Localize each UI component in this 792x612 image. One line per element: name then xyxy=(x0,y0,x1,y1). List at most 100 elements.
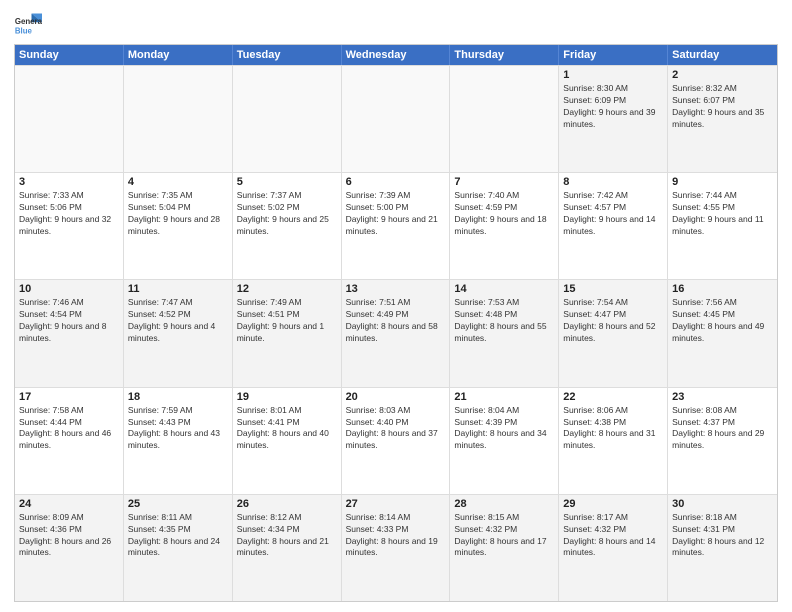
day-number: 6 xyxy=(346,176,446,188)
calendar-cell: 24 Sunrise: 8:09 AM Sunset: 4:36 PM Dayli… xyxy=(15,495,124,601)
calendar-cell: 29Sunrise: 8:17 AM Sunset: 4:32 PM Dayli… xyxy=(559,495,668,601)
day-number: 3 xyxy=(19,176,119,188)
day-info: Sunrise: 8:04 AM Sunset: 4:39 PM Dayligh… xyxy=(454,405,554,453)
day-number: 24 xyxy=(19,498,119,510)
day-info: Sunrise: 7:37 AM Sunset: 5:02 PM Dayligh… xyxy=(237,190,337,238)
calendar: SundayMondayTuesdayWednesdayThursdayFrid… xyxy=(14,44,778,602)
calendar-row: 3 Sunrise: 7:33 AM Sunset: 5:06 PM Daylig… xyxy=(15,172,777,279)
day-number: 9 xyxy=(672,176,773,188)
day-number: 30 xyxy=(672,498,773,510)
calendar-cell: 8 Sunrise: 7:42 AM Sunset: 4:57 PM Daylig… xyxy=(559,173,668,279)
day-info: Sunrise: 7:59 AM Sunset: 4:43 PM Dayligh… xyxy=(128,405,228,453)
day-number: 4 xyxy=(128,176,228,188)
day-number: 14 xyxy=(454,283,554,295)
day-number: 1 xyxy=(563,69,663,81)
day-info: Sunrise: 8:12 AM Sunset: 4:34 PM Dayligh… xyxy=(237,512,337,560)
calendar-cell: 13 Sunrise: 7:51 AM Sunset: 4:49 PM Dayli… xyxy=(342,280,451,386)
calendar-cell: 14 Sunrise: 7:53 AM Sunset: 4:48 PM Dayli… xyxy=(450,280,559,386)
calendar-cell xyxy=(450,66,559,172)
day-info: Sunrise: 7:51 AM Sunset: 4:49 PM Dayligh… xyxy=(346,297,446,345)
logo: General Blue xyxy=(14,10,42,38)
day-info: Sunrise: 8:08 AM Sunset: 4:37 PM Dayligh… xyxy=(672,405,773,453)
svg-text:General: General xyxy=(15,17,42,26)
day-info: Sunrise: 8:18 AM Sunset: 4:31 PM Dayligh… xyxy=(672,512,773,560)
day-info: Sunrise: 7:33 AM Sunset: 5:06 PM Dayligh… xyxy=(19,190,119,238)
day-number: 7 xyxy=(454,176,554,188)
main-container: General Blue SundayMondayTuesdayWednesda… xyxy=(0,0,792,612)
calendar-cell: 20 Sunrise: 8:03 AM Sunset: 4:40 PM Dayli… xyxy=(342,388,451,494)
day-info: Sunrise: 7:39 AM Sunset: 5:00 PM Dayligh… xyxy=(346,190,446,238)
day-info: Sunrise: 7:40 AM Sunset: 4:59 PM Dayligh… xyxy=(454,190,554,238)
day-info: Sunrise: 8:01 AM Sunset: 4:41 PM Dayligh… xyxy=(237,405,337,453)
calendar-cell: 4Sunrise: 7:35 AM Sunset: 5:04 PM Daylig… xyxy=(124,173,233,279)
day-number: 19 xyxy=(237,391,337,403)
calendar-cell: 28 Sunrise: 8:15 AM Sunset: 4:32 PM Dayli… xyxy=(450,495,559,601)
day-info: Sunrise: 8:03 AM Sunset: 4:40 PM Dayligh… xyxy=(346,405,446,453)
calendar-header: SundayMondayTuesdayWednesdayThursdayFrid… xyxy=(15,45,777,65)
calendar-cell: 6 Sunrise: 7:39 AM Sunset: 5:00 PM Daylig… xyxy=(342,173,451,279)
day-number: 11 xyxy=(128,283,228,295)
day-number: 13 xyxy=(346,283,446,295)
calendar-cell: 22Sunrise: 8:06 AM Sunset: 4:38 PM Dayli… xyxy=(559,388,668,494)
day-number: 10 xyxy=(19,283,119,295)
calendar-cell: 25Sunrise: 8:11 AM Sunset: 4:35 PM Dayli… xyxy=(124,495,233,601)
day-info: Sunrise: 7:56 AM Sunset: 4:45 PM Dayligh… xyxy=(672,297,773,345)
day-info: Sunrise: 7:42 AM Sunset: 4:57 PM Dayligh… xyxy=(563,190,663,238)
day-number: 8 xyxy=(563,176,663,188)
calendar-cell: 17 Sunrise: 7:58 AM Sunset: 4:44 PM Dayli… xyxy=(15,388,124,494)
calendar-cell: 1 Sunrise: 8:30 AM Sunset: 6:09 PM Daylig… xyxy=(559,66,668,172)
day-number: 26 xyxy=(237,498,337,510)
day-number: 20 xyxy=(346,391,446,403)
calendar-row: 24 Sunrise: 8:09 AM Sunset: 4:36 PM Dayli… xyxy=(15,494,777,601)
day-info: Sunrise: 8:17 AM Sunset: 4:32 PM Dayligh… xyxy=(563,512,663,560)
day-info: Sunrise: 7:47 AM Sunset: 4:52 PM Dayligh… xyxy=(128,297,228,345)
day-info: Sunrise: 8:09 AM Sunset: 4:36 PM Dayligh… xyxy=(19,512,119,560)
day-info: Sunrise: 7:53 AM Sunset: 4:48 PM Dayligh… xyxy=(454,297,554,345)
calendar-cell xyxy=(342,66,451,172)
svg-text:Blue: Blue xyxy=(15,27,33,36)
header-cell-monday: Monday xyxy=(124,45,233,65)
calendar-body: 1 Sunrise: 8:30 AM Sunset: 6:09 PM Daylig… xyxy=(15,65,777,601)
calendar-cell xyxy=(233,66,342,172)
calendar-cell: 5 Sunrise: 7:37 AM Sunset: 5:02 PM Daylig… xyxy=(233,173,342,279)
calendar-row: 1 Sunrise: 8:30 AM Sunset: 6:09 PM Daylig… xyxy=(15,65,777,172)
day-number: 28 xyxy=(454,498,554,510)
calendar-cell: 30 Sunrise: 8:18 AM Sunset: 4:31 PM Dayli… xyxy=(668,495,777,601)
day-number: 27 xyxy=(346,498,446,510)
day-info: Sunrise: 7:58 AM Sunset: 4:44 PM Dayligh… xyxy=(19,405,119,453)
calendar-cell: 23 Sunrise: 8:08 AM Sunset: 4:37 PM Dayli… xyxy=(668,388,777,494)
header: General Blue xyxy=(14,10,778,38)
calendar-cell: 18 Sunrise: 7:59 AM Sunset: 4:43 PM Dayli… xyxy=(124,388,233,494)
calendar-cell: 26 Sunrise: 8:12 AM Sunset: 4:34 PM Dayli… xyxy=(233,495,342,601)
day-info: Sunrise: 7:44 AM Sunset: 4:55 PM Dayligh… xyxy=(672,190,773,238)
day-info: Sunrise: 8:14 AM Sunset: 4:33 PM Dayligh… xyxy=(346,512,446,560)
calendar-cell: 2Sunrise: 8:32 AM Sunset: 6:07 PM Daylig… xyxy=(668,66,777,172)
day-number: 12 xyxy=(237,283,337,295)
day-info: Sunrise: 8:11 AM Sunset: 4:35 PM Dayligh… xyxy=(128,512,228,560)
day-number: 15 xyxy=(563,283,663,295)
calendar-cell: 19 Sunrise: 8:01 AM Sunset: 4:41 PM Dayli… xyxy=(233,388,342,494)
calendar-cell: 11 Sunrise: 7:47 AM Sunset: 4:52 PM Dayli… xyxy=(124,280,233,386)
day-number: 18 xyxy=(128,391,228,403)
day-number: 5 xyxy=(237,176,337,188)
calendar-cell: 9 Sunrise: 7:44 AM Sunset: 4:55 PM Daylig… xyxy=(668,173,777,279)
calendar-row: 10 Sunrise: 7:46 AM Sunset: 4:54 PM Dayli… xyxy=(15,279,777,386)
header-cell-saturday: Saturday xyxy=(668,45,777,65)
calendar-cell xyxy=(15,66,124,172)
header-cell-sunday: Sunday xyxy=(15,45,124,65)
calendar-cell: 7 Sunrise: 7:40 AM Sunset: 4:59 PM Daylig… xyxy=(450,173,559,279)
day-info: Sunrise: 8:30 AM Sunset: 6:09 PM Dayligh… xyxy=(563,83,663,131)
day-info: Sunrise: 7:46 AM Sunset: 4:54 PM Dayligh… xyxy=(19,297,119,345)
header-cell-tuesday: Tuesday xyxy=(233,45,342,65)
header-cell-thursday: Thursday xyxy=(450,45,559,65)
header-cell-friday: Friday xyxy=(559,45,668,65)
logo-icon: General Blue xyxy=(14,10,42,38)
day-number: 17 xyxy=(19,391,119,403)
day-number: 16 xyxy=(672,283,773,295)
day-info: Sunrise: 7:49 AM Sunset: 4:51 PM Dayligh… xyxy=(237,297,337,345)
calendar-cell: 3 Sunrise: 7:33 AM Sunset: 5:06 PM Daylig… xyxy=(15,173,124,279)
day-number: 23 xyxy=(672,391,773,403)
calendar-cell: 12 Sunrise: 7:49 AM Sunset: 4:51 PM Dayli… xyxy=(233,280,342,386)
header-cell-wednesday: Wednesday xyxy=(342,45,451,65)
day-info: Sunrise: 8:15 AM Sunset: 4:32 PM Dayligh… xyxy=(454,512,554,560)
